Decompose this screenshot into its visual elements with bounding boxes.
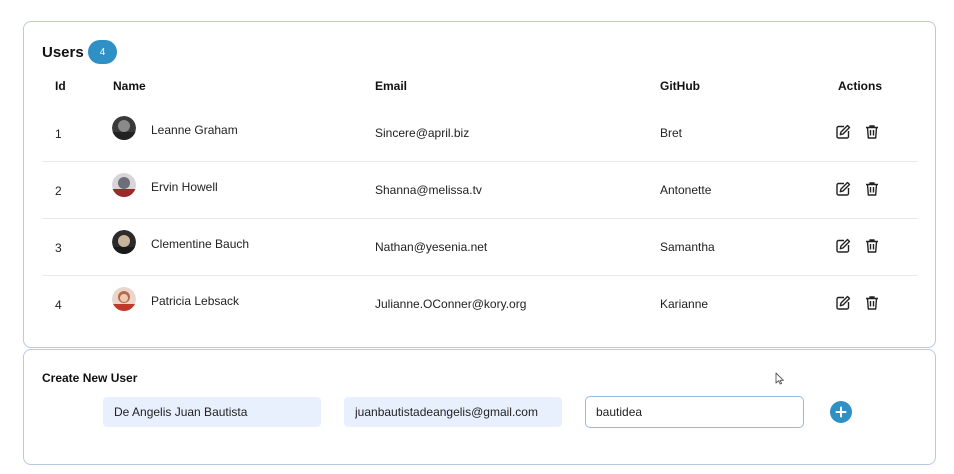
user-name: Leanne Graham: [151, 123, 238, 137]
plus-circle-icon: [835, 406, 847, 418]
edit-icon[interactable]: [835, 124, 851, 140]
avatar: [112, 116, 136, 140]
column-header-github: GitHub: [660, 79, 700, 93]
user-github: Antonette: [660, 183, 712, 197]
column-header-id: Id: [55, 79, 66, 93]
users-panel: Users 4 Id Name Email GitHub Actions 1 L…: [23, 21, 936, 348]
column-header-actions: Actions: [838, 79, 883, 93]
edit-icon[interactable]: [835, 238, 851, 254]
create-user-title: Create New User: [42, 371, 138, 385]
user-github: Karianne: [660, 297, 709, 311]
user-github: Bret: [660, 126, 683, 140]
user-name: Clementine Bauch: [151, 237, 250, 251]
users-count-badge: 4: [88, 40, 117, 64]
avatar: [112, 173, 136, 197]
user-email: Sincere@april.biz: [375, 126, 470, 140]
table-row: 4 Patricia Lebsack Julianne.OConner@kory…: [42, 275, 918, 332]
mouse-cursor-icon: [775, 372, 784, 385]
trash-icon[interactable]: [864, 181, 880, 197]
table-row: 1 Leanne Graham Sincere@april.biz Bret: [42, 104, 918, 162]
column-header-name: Name: [113, 79, 146, 93]
trash-icon[interactable]: [864, 238, 880, 254]
create-user-panel: Create New User: [23, 349, 936, 465]
email-input[interactable]: [344, 397, 562, 427]
user-email: Shanna@melissa.tv: [375, 183, 482, 197]
trash-icon[interactable]: [864, 124, 880, 140]
user-email: Julianne.OConner@kory.org: [375, 297, 527, 311]
avatar: [112, 230, 136, 254]
avatar: [112, 287, 136, 311]
trash-icon[interactable]: [864, 295, 880, 311]
edit-icon[interactable]: [835, 181, 851, 197]
user-id: 2: [55, 184, 62, 198]
user-id: 4: [55, 298, 62, 312]
table-row: 3 Clementine Bauch Nathan@yesenia.net Sa…: [42, 218, 918, 276]
add-user-button[interactable]: [830, 401, 852, 423]
user-email: Nathan@yesenia.net: [375, 240, 488, 254]
name-input[interactable]: [103, 397, 321, 427]
edit-icon[interactable]: [835, 295, 851, 311]
users-title: Users: [42, 44, 84, 61]
github-input[interactable]: [585, 396, 804, 428]
user-name: Patricia Lebsack: [151, 294, 240, 308]
user-id: 1: [55, 127, 62, 141]
user-id: 3: [55, 241, 62, 255]
table-row: 2 Ervin Howell Shanna@melissa.tv Antonet…: [42, 161, 918, 219]
user-name: Ervin Howell: [151, 180, 218, 194]
user-github: Samantha: [660, 240, 715, 254]
column-header-email: Email: [375, 79, 408, 93]
